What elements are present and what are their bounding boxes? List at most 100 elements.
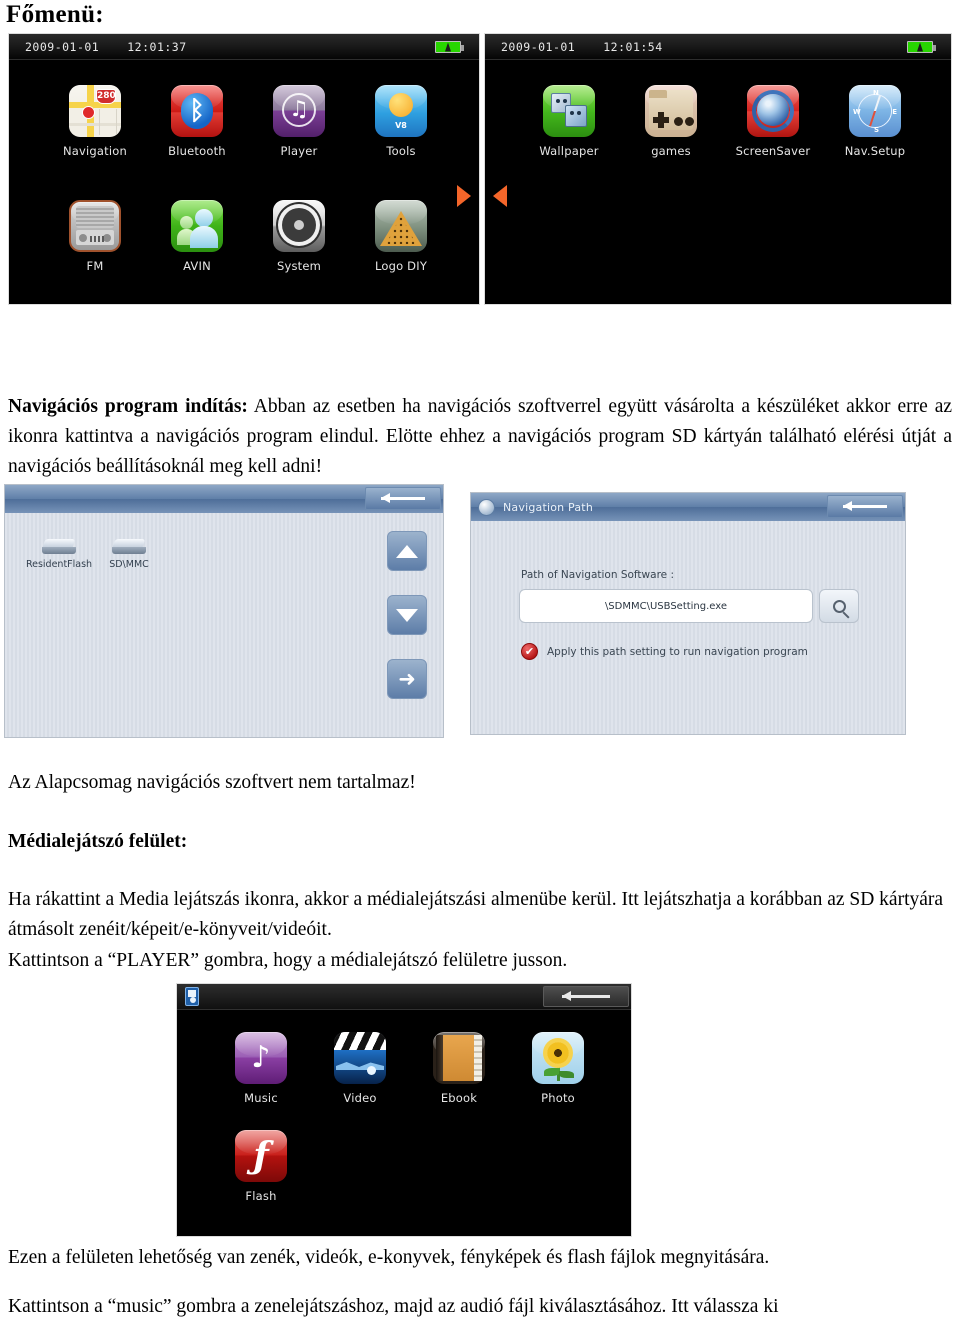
browse-path-button[interactable]	[819, 589, 859, 623]
battery-charging-icon	[435, 41, 464, 53]
scroll-up-button[interactable]	[387, 531, 427, 571]
app-icon-avin[interactable]: AVIN	[149, 200, 245, 273]
status-time: 12:01:37	[127, 39, 187, 54]
dialog-body: Path of Navigation Software : \SDMMC\USB…	[471, 521, 905, 734]
main-menu-screen-page1: 2009-01-01 12:01:37 280 Navigation ᛒ Blu…	[8, 33, 480, 305]
map-navigation-icon: 280	[69, 85, 121, 137]
paragraph-navigation-lead: Navigációs program indítás:	[8, 396, 248, 417]
path-field-label: Path of Navigation Software :	[521, 569, 674, 581]
ebook-book-icon	[433, 1032, 485, 1084]
heading-media-player: Médialejátszó felület:	[8, 831, 188, 852]
compass-nav-setup-icon: N E S W	[849, 85, 901, 137]
app-icon-fm[interactable]: FM	[47, 200, 143, 273]
app-icon-screensaver[interactable]: ScreenSaver	[725, 85, 821, 158]
arrow-forward-icon: ➜	[398, 667, 416, 691]
route-shield-number: 280	[96, 89, 116, 104]
paragraph-no-nav-software: Az Alapcsomag navigációs szoftvert nem t…	[8, 772, 416, 793]
app-icon-wallpaper[interactable]: Wallpaper	[521, 85, 617, 158]
media-icon-grid: ♪ Music Video Ebook Photo ƒ Flash	[177, 1010, 631, 1236]
app-label: ScreenSaver	[735, 144, 811, 158]
media-icon-ebook[interactable]: Ebook	[411, 1032, 507, 1105]
app-label: Nav.Setup	[844, 144, 906, 158]
app-label: games	[651, 144, 691, 158]
dialog-body: ResidentFlash SD\MMC ➜	[5, 513, 443, 737]
triangle-up-icon	[396, 544, 418, 558]
paragraph-navigation: Navigációs program indítás: Abban az ese…	[8, 392, 952, 482]
status-date: 2009-01-01	[25, 39, 100, 54]
games-folder-gamepad-icon	[645, 85, 697, 137]
app-label: Navigation	[62, 144, 128, 158]
next-page-arrow-right-icon[interactable]	[457, 185, 471, 207]
app-icon-bluetooth[interactable]: ᛒ Bluetooth	[149, 85, 245, 158]
gear-system-icon	[273, 200, 325, 252]
page-title: Főmenü:	[6, 1, 104, 28]
apply-path-checkbox-label: Apply this path setting to run navigatio…	[547, 646, 808, 658]
wallpaper-finder-icon	[543, 85, 595, 137]
status-bar: 2009-01-01 12:01:54	[485, 34, 951, 60]
paragraph-bottom-1: Ezen a felületen lehetőség van zenék, vi…	[8, 1247, 770, 1268]
scroll-down-button[interactable]	[387, 595, 427, 635]
paragraph-bottom-2: Kattintson a “music” gombra a zenelejáts…	[8, 1296, 779, 1317]
drive-item-sdmmc[interactable]: SD\MMC	[93, 539, 165, 570]
drive-label: SD\MMC	[109, 559, 149, 570]
path-input[interactable]: \SDMMC\USBSetting.exe	[519, 589, 813, 623]
status-bar: 2009-01-01 12:01:37	[9, 34, 479, 60]
app-icon-nav-setup[interactable]: N E S W Nav.Setup	[827, 85, 923, 158]
video-clapperboard-icon	[334, 1032, 386, 1084]
prev-page-arrow-left-icon[interactable]	[493, 185, 507, 207]
dialog-title: Navigation Path	[503, 500, 593, 514]
checkmark-icon: ✔	[524, 645, 535, 658]
app-label: Logo DIY	[374, 259, 428, 273]
file-browser-dialog: ResidentFlash SD\MMC ➜	[4, 484, 444, 738]
media-label: Music	[244, 1091, 278, 1105]
paragraph-player-button: Kattintson a “PLAYER” gombra, hogy a méd…	[8, 950, 568, 971]
media-icon-photo[interactable]: Photo	[510, 1032, 606, 1105]
drive-label: ResidentFlash	[25, 559, 93, 570]
app-label: Wallpaper	[539, 144, 599, 158]
enter-button[interactable]: ➜	[387, 659, 427, 699]
fm-radio-icon	[69, 200, 121, 252]
tools-sun-icon: V8	[375, 85, 427, 137]
navigation-path-dialog: Navigation Path Path of Navigation Softw…	[470, 492, 906, 735]
navigation-path-icon	[478, 498, 495, 516]
drive-icon	[42, 539, 76, 555]
dialog-title-bar: Navigation Path	[471, 493, 905, 521]
icon-grid: 280 Navigation ᛒ Bluetooth ♫ Player V8 T…	[9, 60, 479, 304]
app-label: Player	[280, 144, 318, 158]
app-icon-player[interactable]: ♫ Player	[251, 85, 347, 158]
dialog-title-bar	[5, 485, 443, 513]
main-menu-screen-page2: 2009-01-01 12:01:54 Wallpaper games Scre…	[484, 33, 952, 305]
media-icon-music[interactable]: ♪ Music	[213, 1032, 309, 1105]
paragraph-media-player: Ha rákattint a Media lejátszás ikonra, a…	[8, 889, 944, 940]
media-player-screen: ♪ Music Video Ebook Photo ƒ Flash	[176, 983, 632, 1237]
app-icon-system[interactable]: System	[251, 200, 347, 273]
drive-item-residentflash[interactable]: ResidentFlash	[23, 539, 95, 570]
media-label: Flash	[245, 1189, 277, 1203]
back-arrow-button[interactable]	[827, 495, 903, 518]
magnifier-icon	[832, 599, 846, 613]
media-label: Ebook	[440, 1091, 478, 1105]
app-label: Tools	[386, 144, 416, 158]
music-player-icon: ♫	[273, 85, 325, 137]
avin-people-icon	[171, 200, 223, 252]
bluetooth-icon: ᛒ	[171, 85, 223, 137]
app-icon-games[interactable]: games	[623, 85, 719, 158]
status-time: 12:01:54	[603, 39, 663, 54]
screensaver-globe-icon	[747, 85, 799, 137]
photo-sunflower-icon	[532, 1032, 584, 1084]
media-icon-video[interactable]: Video	[312, 1032, 408, 1105]
back-arrow-button[interactable]	[365, 487, 441, 510]
path-input-value: \SDMMC\USBSetting.exe	[604, 600, 728, 612]
app-label: System	[276, 259, 322, 273]
app-icon-tools[interactable]: V8 Tools	[353, 85, 449, 158]
media-label: Photo	[541, 1091, 575, 1105]
drive-icon	[112, 539, 146, 555]
app-icon-navigation[interactable]: 280 Navigation	[47, 85, 143, 158]
media-icon-flash[interactable]: ƒ Flash	[213, 1130, 309, 1203]
battery-charging-icon	[907, 41, 936, 53]
flash-icon: ƒ	[235, 1130, 287, 1182]
app-label: FM	[86, 259, 104, 273]
apply-path-checkbox[interactable]: ✔	[521, 643, 538, 660]
back-arrow-button[interactable]	[543, 986, 629, 1007]
app-icon-logo-diy[interactable]: Logo DIY	[353, 200, 449, 273]
